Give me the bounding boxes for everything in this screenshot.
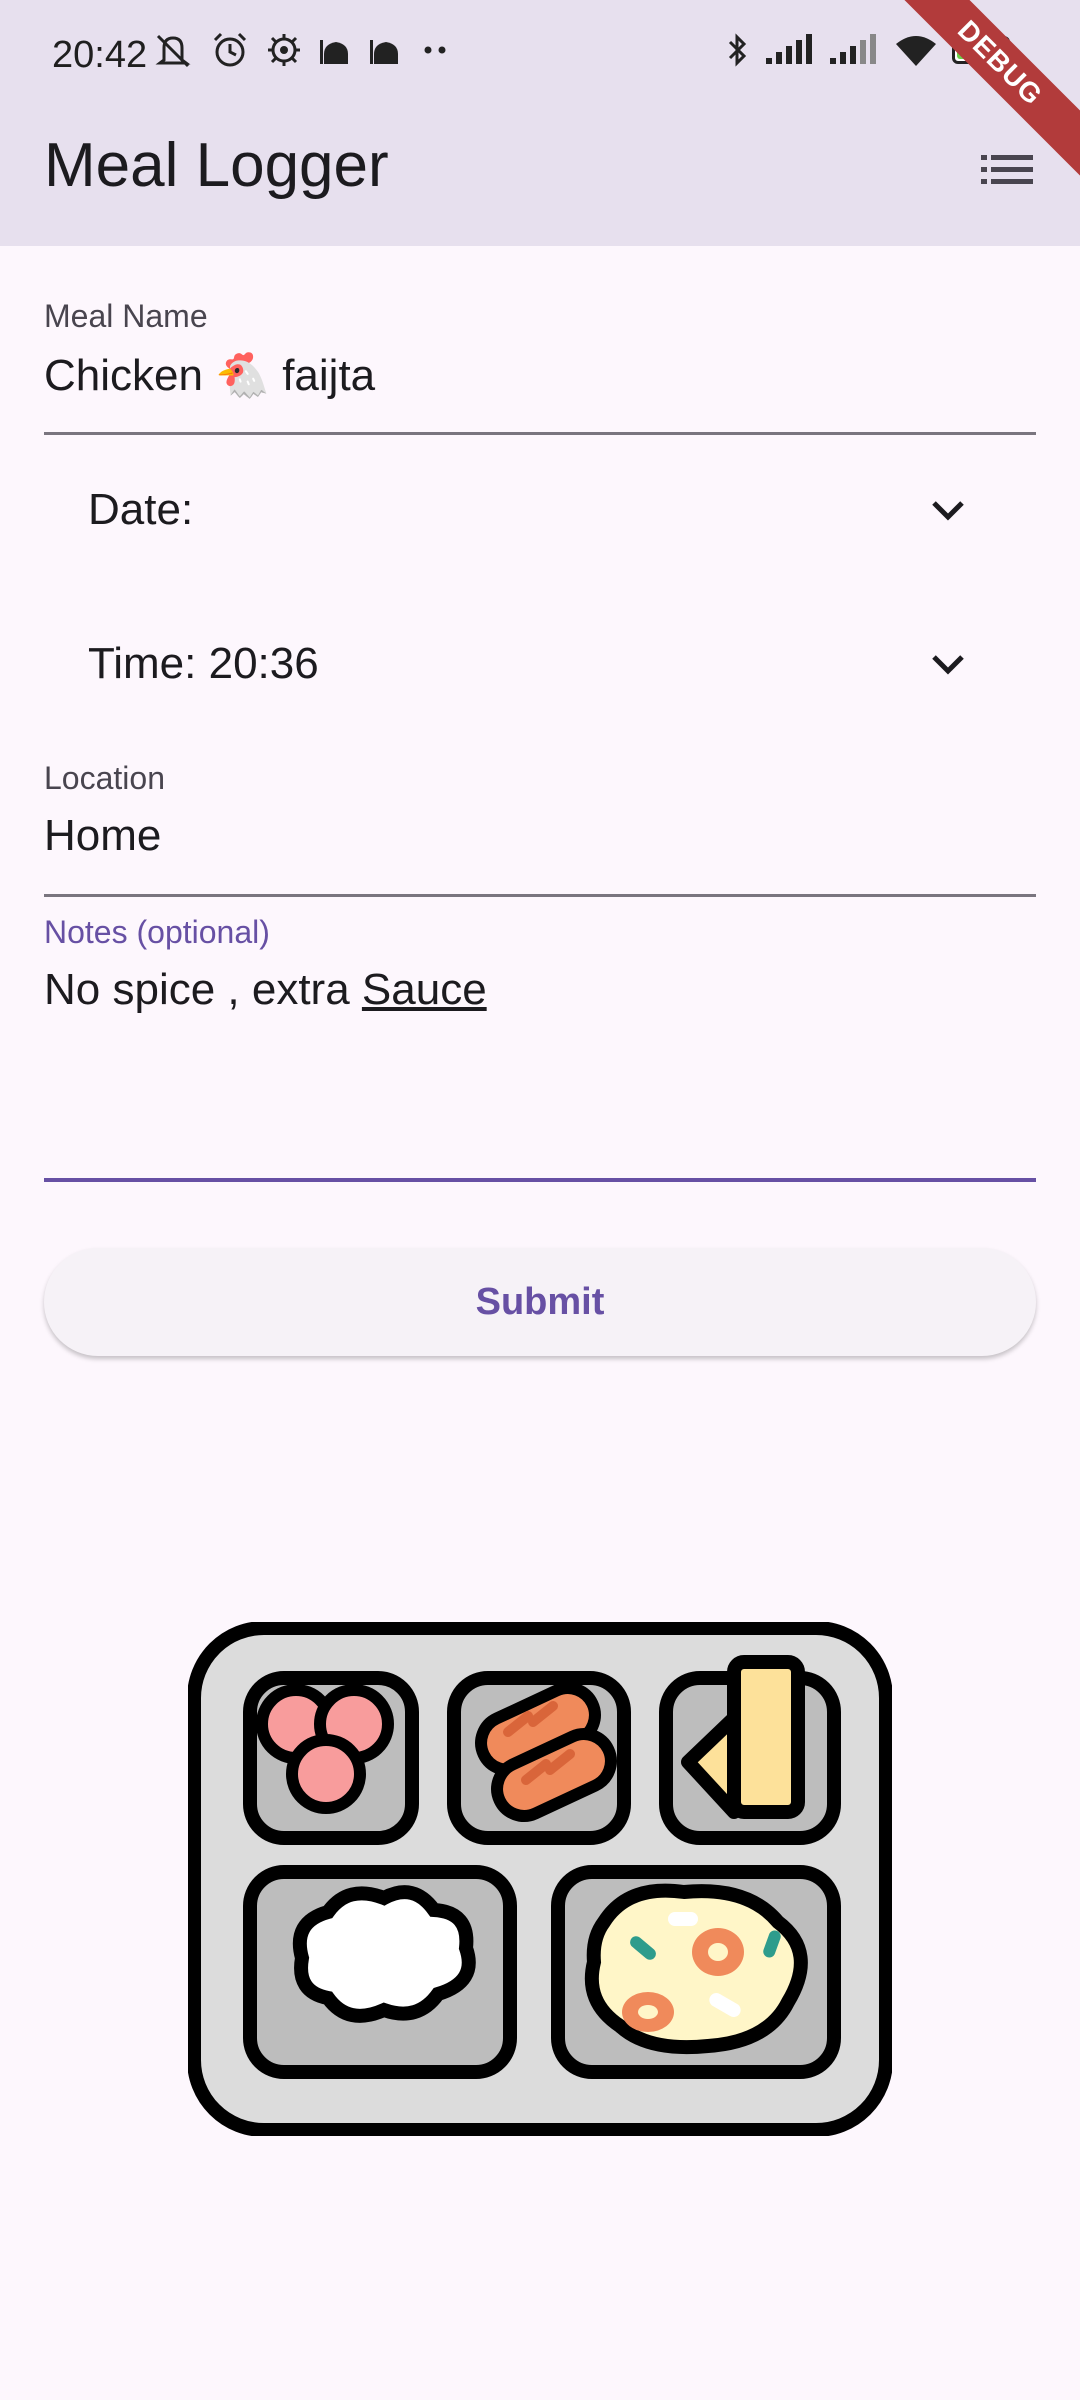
- meal-name-field[interactable]: Meal Name Chicken 🐔 faijta: [44, 298, 1036, 436]
- wifi-icon: [896, 36, 936, 66]
- notes-field[interactable]: Notes (optional) No spice , extra Sauce: [44, 914, 1036, 1184]
- status-left-icons: [150, 30, 454, 70]
- list-menu-button[interactable]: [972, 140, 1042, 200]
- signal-icon: [766, 34, 812, 64]
- more-dots-icon: [424, 46, 446, 54]
- location-value: Home: [44, 811, 162, 860]
- date-label: Date:: [88, 485, 194, 534]
- location-field[interactable]: Location Home: [44, 760, 1036, 898]
- chevron-down-icon: [932, 501, 964, 521]
- alarm-icon: [213, 32, 247, 67]
- submit-button[interactable]: Submit: [44, 1248, 1036, 1356]
- signal-icon: [830, 34, 876, 64]
- notes-underline: [44, 1178, 1036, 1182]
- date-dropdown[interactable]: Date:: [88, 470, 968, 550]
- notes-text: No spice , extra: [44, 965, 362, 1014]
- chevron-down-icon: [932, 655, 964, 675]
- meal-name-label: Meal Name: [44, 298, 208, 334]
- meal-name-value: Chicken 🐔 faijta: [44, 351, 376, 400]
- notes-underlined-word: Sauce: [361, 965, 487, 1014]
- page-title: Meal Logger: [44, 131, 389, 200]
- time-dropdown[interactable]: Time: 20:36: [88, 624, 968, 704]
- meal-name-underline: [44, 432, 1036, 435]
- time-label: Time: 20:36: [88, 639, 319, 688]
- location-label: Location: [44, 760, 165, 796]
- mute-icon: [155, 34, 191, 68]
- bento-box-icon: [188, 1622, 892, 2136]
- location-underline: [44, 894, 1036, 897]
- mosque-icon: [370, 40, 398, 64]
- status-time: 20:42: [52, 34, 148, 76]
- notes-label: Notes (optional): [44, 914, 270, 950]
- mosque-icon: [320, 40, 348, 64]
- notes-value: No spice , extra Sauce: [44, 965, 1036, 1015]
- list-icon: [981, 155, 1033, 184]
- app-bar: 20:42 Meal Logger: [0, 0, 1080, 246]
- bluetooth-icon: [728, 33, 747, 67]
- settings-icon: [268, 34, 300, 66]
- status-bar: 20:42: [0, 0, 1080, 115]
